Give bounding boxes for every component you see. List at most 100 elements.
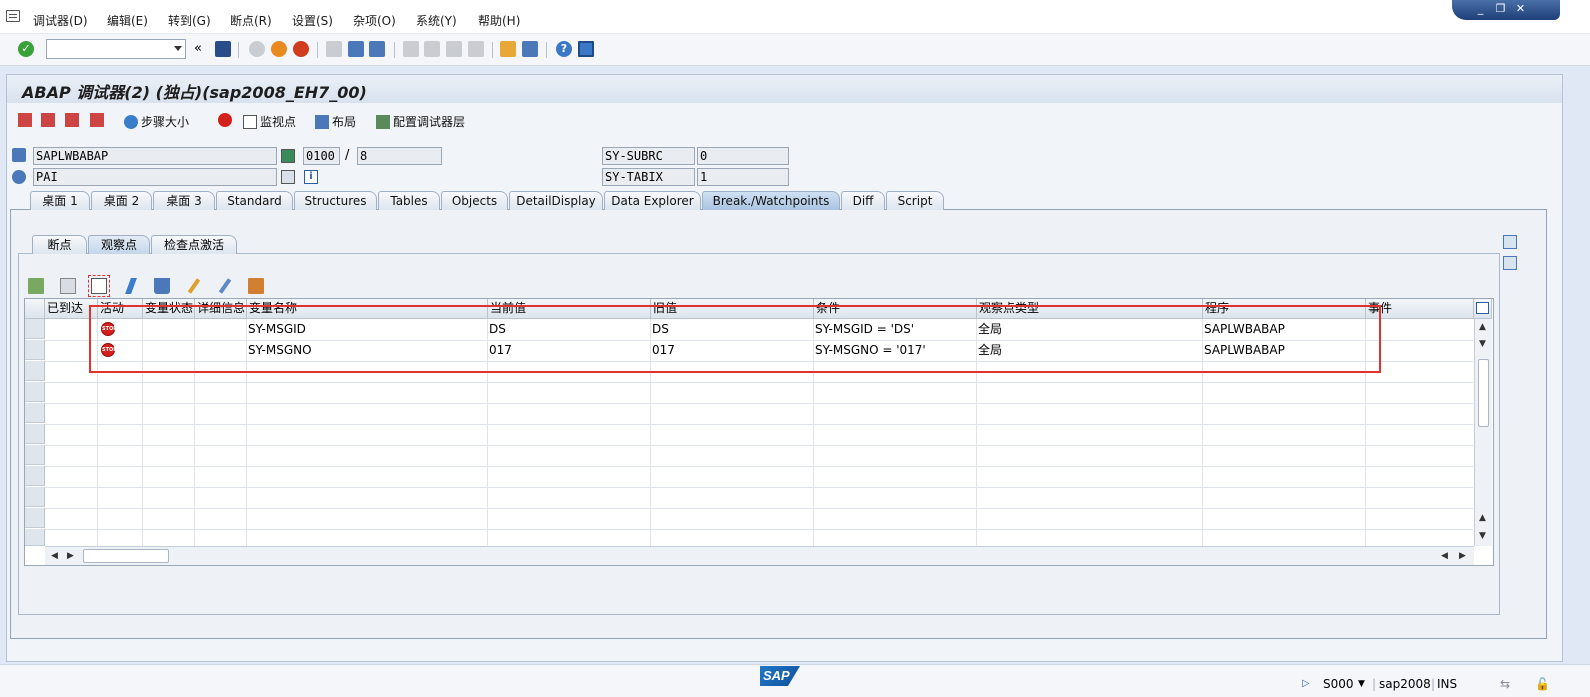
exit-icon[interactable] xyxy=(271,41,287,57)
subtab-checkpoint-activation[interactable]: 检查点激活 xyxy=(151,235,237,254)
config-layers-button[interactable]: 配置调试器层 xyxy=(376,113,465,130)
step-size-button[interactable]: 步骤大小 xyxy=(124,113,189,130)
scroll-right-icon[interactable]: ▶ xyxy=(1459,551,1466,561)
back-icon[interactable] xyxy=(249,41,265,57)
col-event[interactable]: 事件 xyxy=(1366,299,1474,319)
insert-mode-indicator[interactable]: INS xyxy=(1437,677,1457,691)
menu-debugger[interactable]: 调试器(D) xyxy=(33,12,88,29)
sort-icon[interactable] xyxy=(248,278,264,294)
shortcut-icon[interactable] xyxy=(522,41,538,57)
collapse-icon[interactable]: « xyxy=(194,41,210,57)
command-field[interactable] xyxy=(46,39,186,59)
row-selector[interactable] xyxy=(25,319,45,339)
details-icon[interactable] xyxy=(28,278,44,294)
close-button[interactable]: ✕ xyxy=(1512,2,1529,16)
navigate-icon[interactable] xyxy=(281,149,295,163)
enter-icon[interactable]: ✓ xyxy=(18,41,34,57)
scroll-left-icon[interactable]: ◀ xyxy=(1441,551,1448,561)
sy-tabix-value[interactable]: 1 xyxy=(697,168,789,186)
row-selector[interactable] xyxy=(25,529,45,546)
display-icon[interactable] xyxy=(60,278,76,294)
customize-layout-icon[interactable] xyxy=(578,41,594,57)
create-icon[interactable] xyxy=(88,275,110,297)
tab-standard[interactable]: Standard xyxy=(216,191,293,210)
row-selector[interactable] xyxy=(25,466,45,486)
save-icon[interactable] xyxy=(215,41,231,57)
expand-status-icon[interactable]: ▷ xyxy=(1302,678,1310,689)
tab-structures[interactable]: Structures xyxy=(294,191,377,210)
tab-desktop-2[interactable]: 桌面 2 xyxy=(91,191,152,210)
return-button[interactable] xyxy=(65,113,82,127)
menu-help[interactable]: 帮助(H) xyxy=(478,12,520,29)
cancel-icon[interactable] xyxy=(293,41,309,57)
horizontal-scrollbar[interactable]: ◀ ▶ ◀ ▶ xyxy=(45,546,1474,565)
tab-tables[interactable]: Tables xyxy=(378,191,440,210)
info-icon[interactable]: i xyxy=(304,170,318,184)
scroll-up-icon[interactable]: ▲ xyxy=(1479,513,1486,523)
program-field[interactable]: SAPLWBABAP xyxy=(33,147,277,165)
sy-subrc-value[interactable]: 0 xyxy=(697,147,789,165)
replace-tool-icon[interactable] xyxy=(1503,256,1517,270)
subtab-breakpoints[interactable]: 断点 xyxy=(32,235,87,254)
help-icon[interactable]: ? xyxy=(556,41,572,57)
row-selector[interactable] xyxy=(25,487,45,507)
minimize-button[interactable]: _ xyxy=(1472,2,1489,16)
scroll-down-icon[interactable]: ▼ xyxy=(1479,531,1486,541)
row-selector[interactable] xyxy=(25,340,45,360)
goto-icon[interactable] xyxy=(281,170,295,184)
tab-script[interactable]: Script xyxy=(886,191,944,210)
find-next-icon[interactable] xyxy=(369,41,385,57)
menu-utilities[interactable]: 杂项(O) xyxy=(353,12,396,29)
menu-goto[interactable]: 转到(G) xyxy=(168,12,211,29)
prev-page-icon[interactable] xyxy=(424,41,440,57)
vertical-scrollbar[interactable]: ▲ ▼ ▲ ▼ xyxy=(1474,319,1492,546)
tab-desktop-3[interactable]: 桌面 3 xyxy=(153,191,215,210)
scroll-thumb[interactable] xyxy=(83,549,169,563)
step-into-button[interactable] xyxy=(18,113,35,127)
menu-breakpoints[interactable]: 断点(R) xyxy=(230,12,272,29)
menu-edit[interactable]: 编辑(E) xyxy=(107,12,148,29)
subtab-watchpoints[interactable]: 观察点 xyxy=(88,235,150,254)
scroll-left-icon[interactable]: ◀ xyxy=(51,551,58,561)
new-session-icon[interactable] xyxy=(500,41,516,57)
tab-desktop-1[interactable]: 桌面 1 xyxy=(30,191,90,210)
tab-detail-display[interactable]: DetailDisplay xyxy=(509,191,603,210)
row-selector[interactable] xyxy=(25,361,45,381)
next-page-icon[interactable] xyxy=(446,41,462,57)
scroll-up-icon[interactable]: ▲ xyxy=(1479,322,1486,332)
watchpoint-button[interactable]: 监视点 xyxy=(243,113,296,130)
step-over-button[interactable] xyxy=(41,113,58,127)
new-tool-icon[interactable] xyxy=(1503,235,1517,249)
session-indicator[interactable]: S000 xyxy=(1323,677,1354,691)
tab-objects[interactable]: Objects xyxy=(441,191,508,210)
restore-button[interactable]: ❐ xyxy=(1492,2,1509,16)
menu-system[interactable]: 系统(Y) xyxy=(416,12,457,29)
scroll-right-icon[interactable]: ▶ xyxy=(67,551,74,561)
system-menu-icon[interactable] xyxy=(6,10,20,22)
first-page-icon[interactable] xyxy=(403,41,419,57)
screen-number-field[interactable]: 0100 xyxy=(303,147,340,165)
row-selector[interactable] xyxy=(25,403,45,423)
stop-watch-icon-btn[interactable] xyxy=(218,113,235,127)
print-icon[interactable] xyxy=(326,41,342,57)
last-page-icon[interactable] xyxy=(468,41,484,57)
select-all-header[interactable] xyxy=(25,299,45,319)
menu-settings[interactable]: 设置(S) xyxy=(292,12,333,29)
dropdown-arrow-icon[interactable] xyxy=(174,46,182,51)
row-selector[interactable] xyxy=(25,382,45,402)
row-selector[interactable] xyxy=(25,445,45,465)
session-dropdown-icon[interactable]: ▼ xyxy=(1358,679,1365,689)
delete-icon[interactable] xyxy=(154,278,170,294)
find-icon[interactable] xyxy=(348,41,364,57)
continue-button[interactable] xyxy=(90,113,107,127)
layout-button[interactable]: 布局 xyxy=(315,113,356,130)
row-selector[interactable] xyxy=(25,508,45,528)
tab-diff[interactable]: Diff xyxy=(841,191,885,210)
screen-line-field[interactable]: 8 xyxy=(357,147,442,165)
event-field[interactable]: PAI xyxy=(33,168,277,186)
tab-break-watchpoints[interactable]: Break./Watchpoints xyxy=(702,191,840,210)
scroll-down-icon[interactable]: ▼ xyxy=(1479,339,1486,349)
tab-data-explorer[interactable]: Data Explorer xyxy=(604,191,701,210)
column-settings-icon[interactable] xyxy=(1474,299,1492,319)
row-selector[interactable] xyxy=(25,424,45,444)
